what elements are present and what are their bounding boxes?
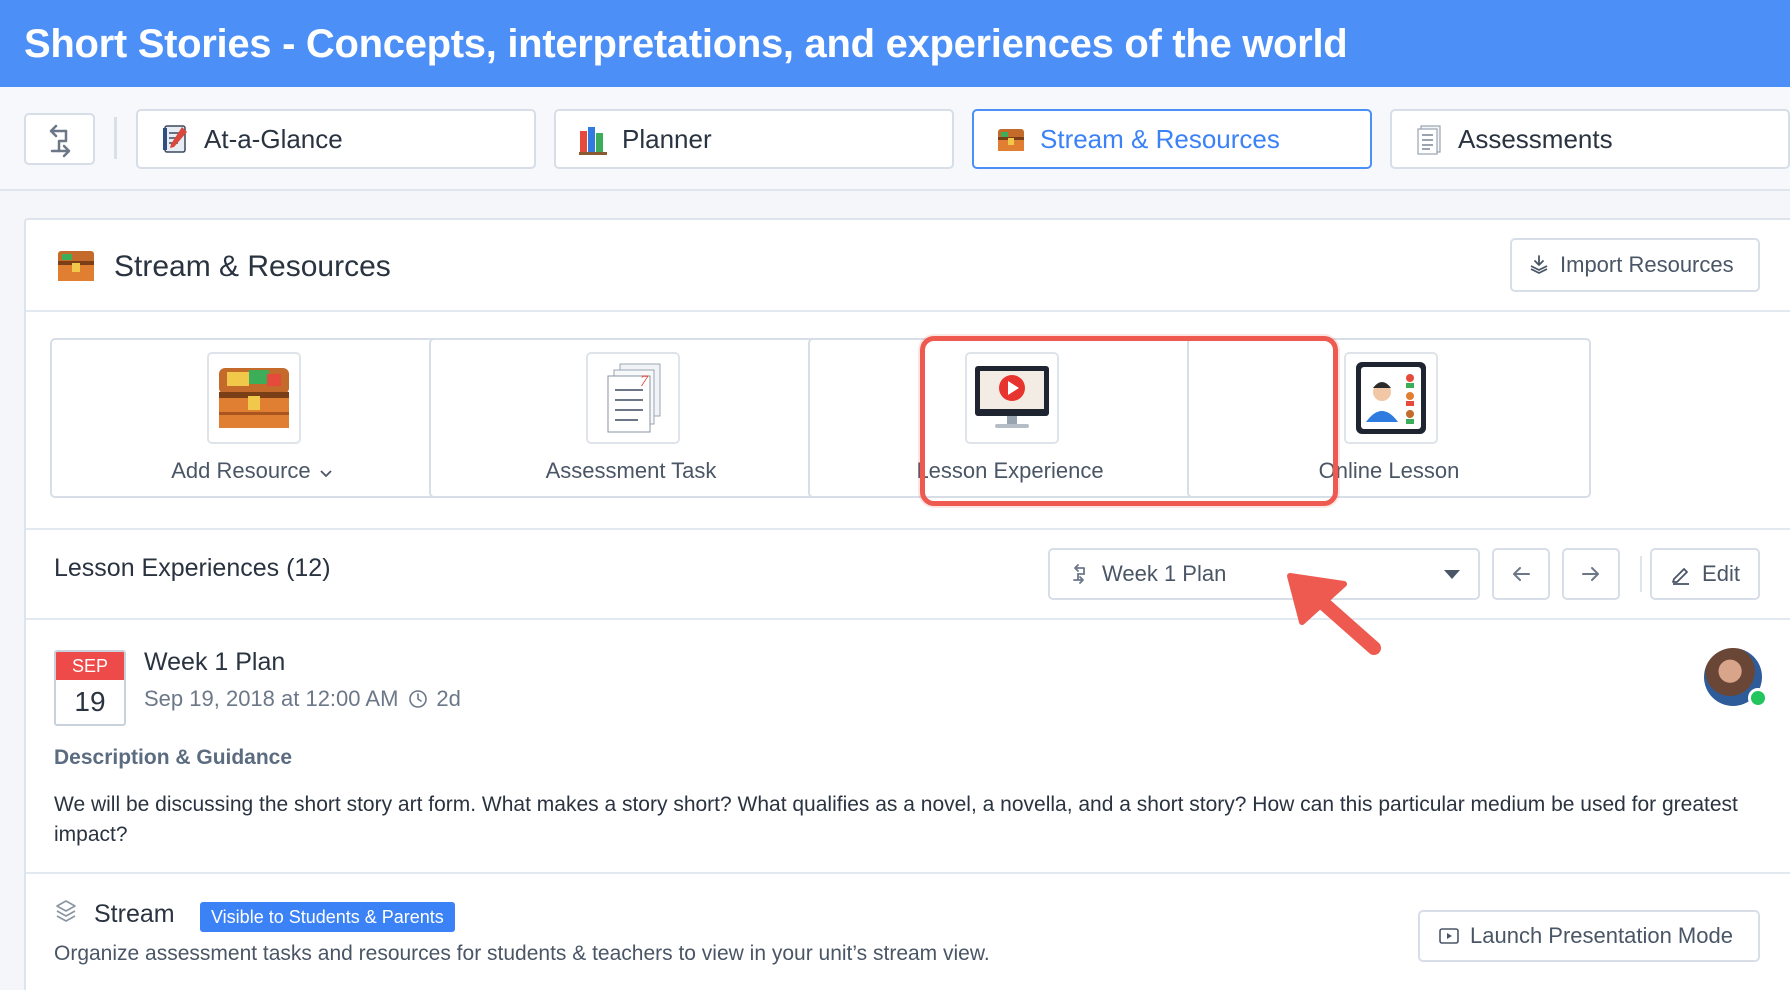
stream-description: Organize assessment tasks and resources … — [54, 942, 990, 965]
divider — [1640, 556, 1642, 592]
svg-text:7: 7 — [640, 373, 649, 390]
treasure-chest-icon — [219, 368, 289, 428]
card-label: Lesson Experience — [916, 458, 1104, 483]
arrow-right-icon — [1582, 567, 1599, 581]
page-title: Short Stories - Concepts, interpretation… — [24, 22, 1348, 66]
app-header: Short Stories - Concepts, interpretation… — [0, 0, 1790, 87]
tab-label: Planner — [622, 123, 712, 154]
import-label: Import Resources — [1560, 252, 1734, 277]
card-label: Add Resource — [52, 458, 452, 484]
toggle-sidebar-button[interactable] — [24, 113, 95, 165]
tab-label: Assessments — [1458, 123, 1613, 154]
panel-title: Stream & Resources — [114, 250, 391, 283]
online-lesson-card[interactable]: Online Lesson — [1187, 338, 1591, 498]
card-label: Online Lesson — [1318, 458, 1460, 483]
date-badge: SEP 19 — [54, 650, 126, 726]
pencil-icon — [1672, 568, 1690, 585]
document-icon — [1417, 125, 1441, 155]
assessment-document-icon: 7 — [607, 363, 661, 433]
stream-title: Stream — [94, 900, 175, 928]
plan-title[interactable]: Week 1 Plan — [144, 648, 285, 677]
books-icon — [579, 127, 607, 155]
plan-duration: 2d — [436, 686, 461, 711]
stream-resources-panel: Stream & Resources Import Resources Add … — [24, 218, 1790, 990]
clock-icon — [409, 690, 428, 708]
layers-icon — [56, 900, 76, 922]
divider — [114, 117, 117, 159]
next-plan-button[interactable] — [1562, 548, 1620, 600]
card-thumbnail — [207, 352, 301, 444]
divider — [26, 528, 1790, 530]
description-label: Description & Guidance — [54, 746, 293, 769]
previous-plan-button[interactable] — [1492, 548, 1550, 600]
divider — [26, 618, 1790, 620]
video-call-icon — [1356, 362, 1426, 434]
edit-button[interactable]: Edit — [1650, 548, 1760, 600]
treasure-chest-icon — [998, 129, 1024, 151]
assessment-task-card[interactable]: 7 Assessment Task — [429, 338, 833, 498]
card-label: Assessment Task — [545, 458, 717, 483]
launch-presentation-button[interactable]: Launch Presentation Mode — [1418, 910, 1760, 962]
edit-label: Edit — [1702, 561, 1740, 586]
arrow-left-icon — [1513, 567, 1530, 581]
card-thumbnail: 7 — [586, 352, 680, 444]
panel-header: Stream & Resources Import Resources — [26, 220, 1790, 312]
date-month: SEP — [56, 652, 124, 680]
swap-arrows-icon — [1073, 564, 1085, 584]
play-screen-icon — [1439, 928, 1459, 944]
divider — [26, 872, 1790, 874]
launch-label: Launch Presentation Mode — [1470, 923, 1733, 948]
week-plan-select[interactable]: Week 1 Plan — [1048, 548, 1480, 600]
lesson-experience-card[interactable]: Lesson Experience — [808, 338, 1212, 498]
tab-stream-resources[interactable]: Stream & Resources — [972, 109, 1372, 169]
add-resource-card[interactable]: Add Resource — [50, 338, 454, 498]
video-monitor-icon — [975, 366, 1049, 428]
caret-down-icon — [1444, 570, 1460, 579]
treasure-chest-icon — [58, 251, 94, 281]
tab-bar: At-a-Glance Planner Stream & Resources A… — [0, 87, 1790, 191]
tab-label: Stream & Resources — [1040, 123, 1280, 154]
selected-plan: Week 1 Plan — [1102, 561, 1227, 586]
swap-arrows-icon — [49, 124, 71, 158]
visibility-badge: Visible to Students & Parents — [200, 902, 455, 932]
tab-assessments[interactable]: Assessments — [1390, 109, 1790, 169]
lesson-experiences-title: Lesson Experiences (12) — [54, 554, 331, 582]
tab-at-a-glance[interactable]: At-a-Glance — [136, 109, 536, 169]
description-text: We will be discussing the short story ar… — [54, 793, 1738, 846]
tab-label: At-a-Glance — [204, 123, 343, 154]
notebook-icon — [163, 125, 187, 153]
online-status-indicator — [1748, 688, 1768, 708]
import-resources-button[interactable]: Import Resources — [1510, 238, 1760, 292]
chevron-down-icon — [320, 470, 332, 478]
card-thumbnail — [1344, 352, 1438, 444]
plan-date: Sep 19, 2018 at 12:00 AM 2d — [144, 686, 461, 711]
import-icon — [1530, 255, 1548, 274]
tab-planner[interactable]: Planner — [554, 109, 954, 169]
card-thumbnail — [965, 352, 1059, 444]
date-day: 19 — [74, 686, 106, 717]
